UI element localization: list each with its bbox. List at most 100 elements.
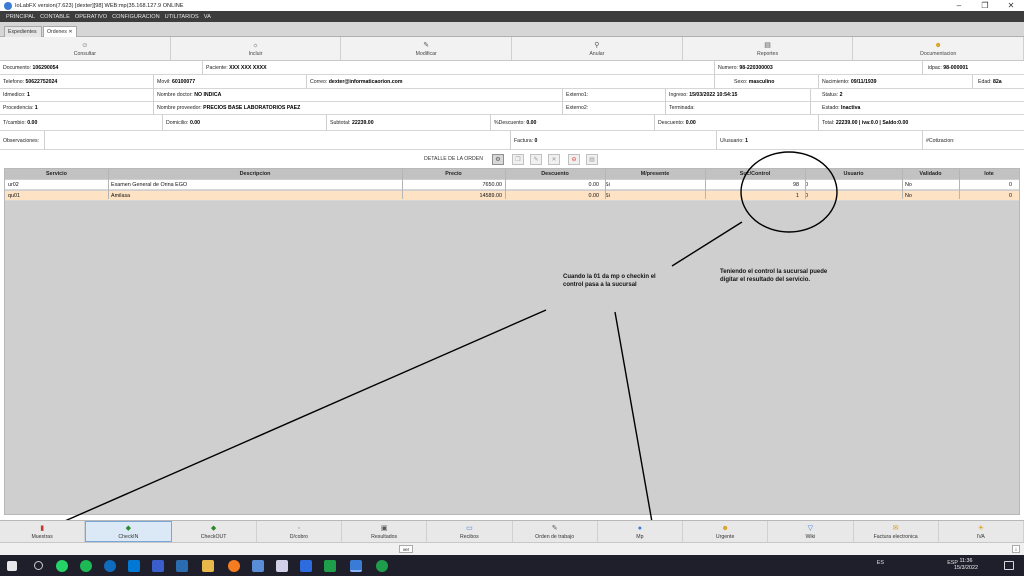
col-precio[interactable]: Precio xyxy=(402,169,505,179)
subtotal-field[interactable]: Subtotal: 22239.00 xyxy=(330,120,374,126)
correo-field[interactable]: Correo: dexter@informaticaorion.com xyxy=(310,79,402,85)
col-servicio[interactable]: Servicio xyxy=(5,169,108,179)
info-button[interactable]: i xyxy=(1012,545,1020,553)
anular-button[interactable]: ⚲ Anular xyxy=(512,37,683,60)
consultar-button[interactable]: ☺ Consultar xyxy=(0,37,171,60)
app-icon-11[interactable] xyxy=(300,560,312,572)
app-icon-9[interactable] xyxy=(252,560,264,572)
menu-configuracion[interactable]: CONFIGURACION xyxy=(112,14,160,20)
col-validado[interactable]: Validado xyxy=(902,169,959,179)
close-button[interactable]: ✕ xyxy=(998,0,1024,11)
documento-field[interactable]: Documento: 106290054 xyxy=(3,65,58,71)
wiki-button[interactable]: ▽ Wiki xyxy=(768,521,854,542)
checkin-button[interactable]: ◆ CheckIN xyxy=(85,521,172,542)
search-icon[interactable] xyxy=(34,561,43,570)
incluir-button[interactable]: ☼ Incluir xyxy=(171,37,342,60)
col-mpresente[interactable]: M/presente xyxy=(605,169,705,179)
nacimiento-field[interactable]: Nacimiento: 09/11/1939 xyxy=(822,79,877,85)
uusuario-field[interactable]: U/usuario: 1 xyxy=(720,138,748,144)
copy-icon[interactable]: ❐ xyxy=(512,154,524,165)
menu-operativo[interactable]: OPERATIVO xyxy=(75,14,107,20)
stop-icon[interactable]: ⊖ xyxy=(568,154,580,165)
action-toolbar: ☺ Consultar ☼ Incluir ✎ Modificar ⚲ Anular ▤… xyxy=(0,37,1024,61)
status-field[interactable]: Status: 2 xyxy=(822,92,843,98)
app-icon-6[interactable] xyxy=(176,560,188,572)
dcobro-button[interactable]: ▫ D/cobro xyxy=(257,521,342,542)
edad-field[interactable]: Edad: 82a xyxy=(978,79,1002,85)
col-lote[interactable]: lote xyxy=(959,169,1019,179)
doctor-field[interactable]: Nombre doctor: NO INDICA xyxy=(157,92,221,98)
menu-principal[interactable]: PRINCIPAL xyxy=(6,14,35,20)
folder-icon[interactable] xyxy=(202,560,214,572)
sexo-field[interactable]: Sexo: masculino xyxy=(734,79,774,85)
idpac-field[interactable]: idpac: 98-000001 xyxy=(928,65,968,71)
windows-start-icon[interactable] xyxy=(7,561,17,571)
maximize-button[interactable]: ❐ xyxy=(972,0,998,11)
minimize-button[interactable]: – xyxy=(946,0,972,11)
col-control[interactable]: Suc/Control xyxy=(705,169,805,179)
iolab-taskbar-icon[interactable] xyxy=(350,560,362,572)
tab-ordenes[interactable]: Ordenes ✕ xyxy=(43,26,77,37)
whatsapp-icon[interactable] xyxy=(56,560,68,572)
muestras-button[interactable]: ▮ Muestras xyxy=(0,521,86,542)
print-icon[interactable]: ▤ xyxy=(586,154,598,165)
table-row[interactable]: qu01 Amilasa 14589.00 0.00 Si 1 0 No 0 xyxy=(5,191,1019,201)
pdescuento-field[interactable]: %Descuento: 0.00 xyxy=(494,120,536,126)
app-icon-12[interactable] xyxy=(324,560,336,572)
resultados-button[interactable]: ▣ Resultados xyxy=(342,521,428,542)
table-row[interactable]: ur02 Examen General de Orina EGO 7650.00… xyxy=(5,180,1019,190)
total-field[interactable]: Total: 22239.00 | iva:0.0 | Saldo:0.00 xyxy=(822,120,908,126)
reportes-button[interactable]: ▤ Reportes xyxy=(683,37,854,60)
clock[interactable]: 11:36 15/3/2022 xyxy=(946,558,986,572)
urgente-button[interactable]: ☻ Urgente xyxy=(683,521,769,542)
menu-utilitarios[interactable]: UTILITARIOS xyxy=(165,14,199,20)
descuento-field[interactable]: Descuento: 0.00 xyxy=(658,120,696,126)
delete-icon[interactable]: ✕ xyxy=(548,154,560,165)
menu-va[interactable]: VA xyxy=(204,14,211,20)
iva-button[interactable]: ☀ IVA xyxy=(939,521,1024,542)
documentacion-button[interactable]: ☻ Documentacion xyxy=(853,37,1024,60)
locale-indicator[interactable]: ES xyxy=(877,560,884,566)
form-row-procedencia: Procedencia: 1 Nombre proveedor: PRECIOS… xyxy=(0,102,1024,115)
col-descripcion[interactable]: Descripcion xyxy=(108,169,402,179)
app-icon-14[interactable] xyxy=(376,560,388,572)
spotify-icon[interactable] xyxy=(80,560,92,572)
col-usuario[interactable]: Usuario xyxy=(805,169,902,179)
telefono-field[interactable]: Telefono: 50622752024 xyxy=(3,79,57,85)
externo2-field[interactable]: Externo2: xyxy=(566,105,588,111)
numero-field[interactable]: Numero: 98-220300003 xyxy=(718,65,773,71)
modificar-button[interactable]: ✎ Modificar xyxy=(341,37,513,60)
cotizacion-field[interactable]: #Cotizacion: xyxy=(926,138,955,144)
edit-icon[interactable]: ✎ xyxy=(530,154,542,165)
app-icon-5[interactable] xyxy=(152,560,164,572)
terminada-field[interactable]: Terminada: xyxy=(669,105,695,111)
paciente-field[interactable]: Paciente: XXX XXX XXXX xyxy=(206,65,267,71)
menu-contable[interactable]: CONTABLE xyxy=(40,14,70,20)
proveedor-field[interactable]: Nombre proveedor: PRECIOS BASE LABORATOR… xyxy=(157,105,300,111)
factura-field[interactable]: Factura: 0 xyxy=(514,138,537,144)
checkout-button[interactable]: ◆ CheckOUT xyxy=(172,521,257,542)
procedencia-field[interactable]: Procedencia: 1 xyxy=(3,105,38,111)
ingreso-field[interactable]: Ingreso: 15/03/2022 10:54:15 xyxy=(669,92,737,98)
factura-electronica-button[interactable]: ✉ Factura electronica xyxy=(854,521,939,542)
idmedico-field[interactable]: Idmedico: 1 xyxy=(3,92,30,98)
recibos-button[interactable]: ▭ Recibos xyxy=(427,521,513,542)
tools-icon[interactable]: ⚙ xyxy=(492,154,504,165)
notification-icon[interactable] xyxy=(1004,561,1014,570)
mp-button[interactable]: ● Mp xyxy=(598,521,683,542)
externo1-field[interactable]: Externo1: xyxy=(566,92,588,98)
outlook-icon[interactable] xyxy=(128,560,140,572)
status-bar: ver i xyxy=(0,542,1024,555)
taskbar: ES ESP 11:36 15/3/2022 xyxy=(0,555,1024,576)
tab-expedientes[interactable]: Expedientes xyxy=(4,26,42,37)
movil-field[interactable]: Movil: 60100077 xyxy=(157,79,195,85)
domicilio-field[interactable]: Domicilio: 0.00 xyxy=(166,120,200,126)
firefox-icon[interactable] xyxy=(228,560,240,572)
version-button[interactable]: ver xyxy=(399,545,413,553)
app-icon-10[interactable] xyxy=(276,560,288,572)
estado-field[interactable]: Estado: Inactiva xyxy=(822,105,860,111)
col-descuento[interactable]: Descuento xyxy=(505,169,605,179)
orden-trabajo-button[interactable]: ✎ Orden de trabajo xyxy=(513,521,598,542)
tcambio-field[interactable]: T/cambio: 0.00 xyxy=(3,120,37,126)
edge-icon[interactable] xyxy=(104,560,116,572)
